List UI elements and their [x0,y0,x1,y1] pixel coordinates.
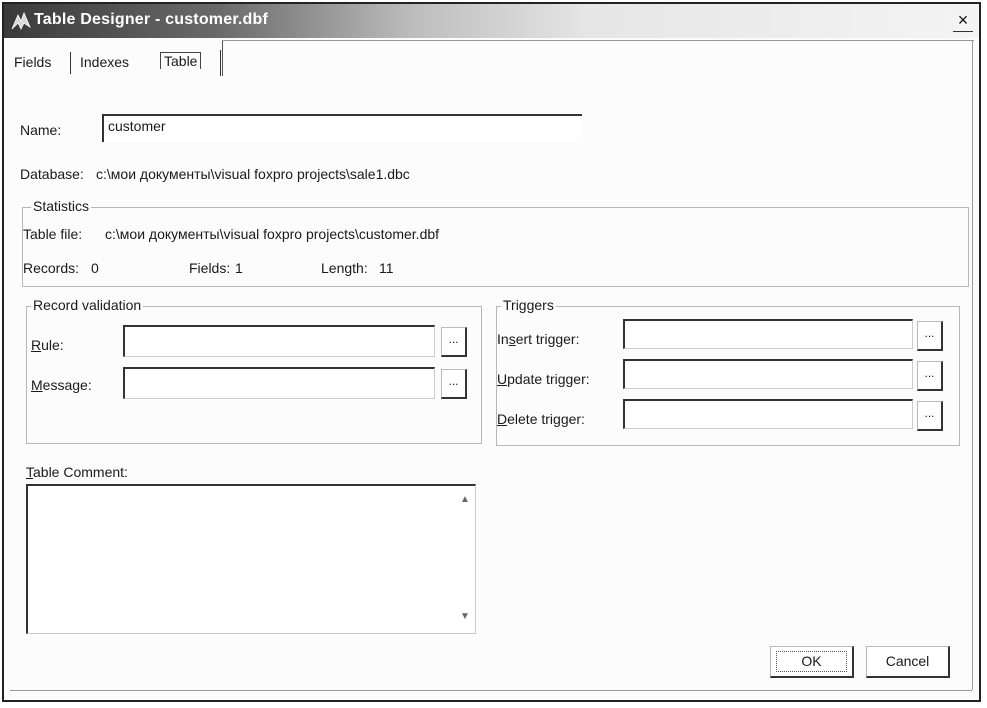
name-value: customer [108,118,166,134]
rule-label: Rule: [31,337,64,353]
update-trigger-label: Update trigger: [497,371,590,387]
message-field[interactable] [123,367,435,399]
cancel-button[interactable]: Cancel [866,646,950,678]
update-trigger-browse-button[interactable]: ... [917,361,943,391]
statistics-group: Statistics Table file: c:\мои документы\… [22,198,969,287]
table-comment-label: Table Comment: [26,464,128,480]
table-file-label: Table file: [23,226,83,242]
fields-label: Fields: [189,260,231,276]
message-label: Message: [31,377,92,393]
delete-trigger-field[interactable] [623,399,913,429]
close-icon[interactable]: × [953,11,973,32]
table-designer-window: Table Designer - customer.dbf × Fields I… [2,2,981,702]
bottom-divider [10,690,972,691]
tab-separator [220,50,221,76]
tab-indexes[interactable]: Indexes [80,54,129,70]
record-validation-title: Record validation [31,297,144,313]
ok-button[interactable]: OK [770,646,854,678]
delete-trigger-label: Delete trigger: [497,411,585,427]
insert-trigger-label: Insert trigger: [497,331,580,347]
tab-fields[interactable]: Fields [14,54,51,70]
statistics-title: Statistics [31,198,92,214]
length-label: Length: [321,260,368,276]
triggers-group: Triggers Insert trigger: ... Update trig… [496,297,960,446]
scroll-up-icon[interactable]: ▲ [457,494,473,510]
record-validation-group: Record validation Rule: ... Message: ... [26,297,482,444]
fields-value: 1 [235,260,243,276]
panel-border [972,40,973,690]
window-title: Table Designer - customer.dbf [34,11,268,28]
records-value: 0 [91,260,99,276]
triggers-title: Triggers [501,297,556,313]
tab-separator [70,52,71,74]
name-label: Name: [20,122,62,138]
title-bar[interactable]: Table Designer - customer.dbf × [4,4,979,38]
panel-border [222,40,223,76]
delete-trigger-browse-button[interactable]: ... [917,401,943,431]
rule-field[interactable] [123,325,435,357]
message-browse-button[interactable]: ... [441,369,467,399]
update-trigger-field[interactable] [623,359,913,389]
table-comment-field[interactable]: ▲ ▼ [26,484,476,634]
tab-table[interactable]: Table [160,52,202,69]
database-label: Database: [20,166,84,182]
rule-browse-button[interactable]: ... [441,327,467,357]
records-label: Records: [23,260,80,276]
table-file-path: c:\мои документы\visual foxpro projects\… [105,226,440,242]
foxpro-icon [11,11,31,30]
database-path: c:\мои документы\visual foxpro projects\… [96,166,410,182]
scroll-down-icon[interactable]: ▼ [457,611,473,627]
length-value: 11 [379,260,394,276]
insert-trigger-browse-button[interactable]: ... [917,321,943,351]
insert-trigger-field[interactable] [623,319,913,349]
name-field[interactable]: customer [102,114,582,142]
panel-border [222,40,974,41]
